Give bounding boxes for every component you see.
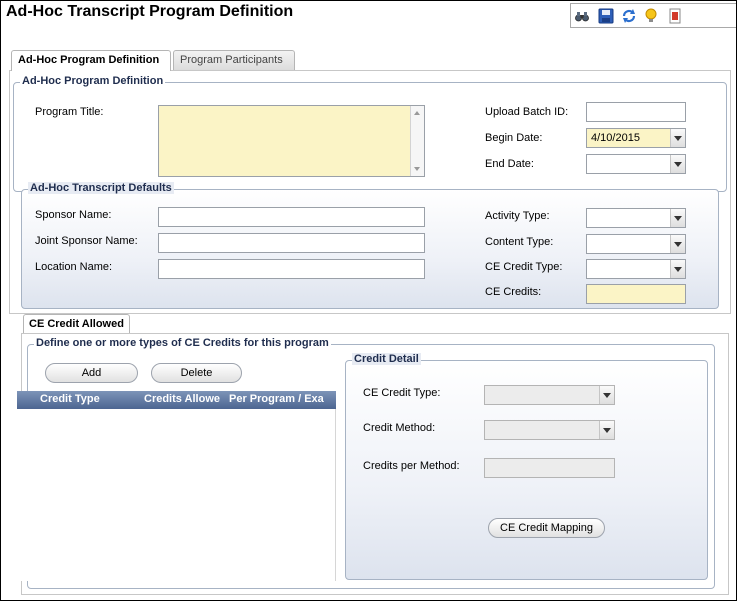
credit-grid-header: Credit Type Credits Allowe Per Program /… (17, 391, 336, 409)
ce-credit-mapping-button[interactable]: CE Credit Mapping (488, 518, 605, 538)
credits-per-method-input[interactable] (484, 458, 615, 478)
detail-ce-credit-type-select[interactable] (484, 385, 615, 405)
column-credits-allowed[interactable]: Credits Allowe (144, 391, 220, 408)
chevron-down-icon[interactable] (670, 235, 685, 253)
detail-ce-credit-type-label: CE Credit Type: (363, 387, 441, 399)
tab-program-participants[interactable]: Program Participants (173, 50, 295, 70)
save-icon[interactable] (598, 8, 614, 24)
upload-batch-id-label: Upload Batch ID: (485, 106, 569, 118)
report-icon[interactable] (667, 8, 683, 24)
lightbulb-icon[interactable] (643, 8, 659, 24)
location-name-label: Location Name: (35, 261, 113, 273)
credit-method-label: Credit Method: (363, 422, 436, 434)
upload-batch-id-input[interactable] (586, 102, 686, 122)
content-type-select[interactable] (586, 234, 686, 254)
refresh-icon[interactable] (621, 8, 637, 24)
begin-date-label: Begin Date: (485, 132, 543, 144)
program-definition-panel: Ad-Hoc Program Definition Program Title:… (9, 70, 731, 314)
joint-sponsor-name-input[interactable] (158, 233, 425, 253)
tab-ad-hoc-program-definition[interactable]: Ad-Hoc Program Definition (11, 50, 171, 71)
transcript-defaults-legend: Ad-Hoc Transcript Defaults (28, 182, 174, 194)
add-button[interactable]: Add (45, 363, 138, 383)
location-name-input[interactable] (158, 259, 425, 279)
scroll-up-icon[interactable] (414, 111, 420, 115)
chevron-down-icon[interactable] (670, 129, 685, 147)
main-window: Ad-Hoc Transcript Program Definition Ad-… (0, 0, 737, 601)
end-date-picker[interactable] (586, 154, 686, 174)
credit-detail-legend: Credit Detail (352, 353, 421, 365)
chevron-down-icon[interactable] (599, 386, 614, 404)
credit-method-select[interactable] (484, 420, 615, 440)
page-title: Ad-Hoc Transcript Program Definition (6, 3, 294, 20)
ce-credits-label: CE Credits: (485, 286, 542, 298)
ce-credits-input[interactable] (586, 284, 686, 304)
column-per-program[interactable]: Per Program / Exa (229, 391, 324, 408)
ce-credit-type-select[interactable] (586, 259, 686, 279)
sponsor-name-input[interactable] (158, 207, 425, 227)
chevron-down-icon[interactable] (670, 209, 685, 227)
program-title-scrollbar[interactable] (410, 106, 424, 176)
binoculars-icon[interactable] (574, 8, 590, 24)
chevron-down-icon[interactable] (670, 260, 685, 278)
scroll-down-icon[interactable] (414, 167, 420, 171)
sponsor-name-label: Sponsor Name: (35, 209, 112, 221)
joint-sponsor-name-label: Joint Sponsor Name: (35, 235, 138, 247)
column-credit-type[interactable]: Credit Type (40, 391, 100, 408)
chevron-down-icon[interactable] (599, 421, 614, 439)
program-title-input[interactable] (158, 105, 425, 177)
delete-button[interactable]: Delete (151, 363, 242, 383)
begin-date-value: 4/10/2015 (591, 132, 640, 144)
chevron-down-icon[interactable] (670, 155, 685, 173)
end-date-label: End Date: (485, 158, 534, 170)
activity-type-label: Activity Type: (485, 210, 550, 222)
credit-grid-body[interactable] (17, 409, 336, 581)
begin-date-picker[interactable]: 4/10/2015 (586, 128, 686, 148)
content-type-label: Content Type: (485, 236, 554, 248)
activity-type-select[interactable] (586, 208, 686, 228)
toolbar (570, 3, 736, 28)
program-definition-legend: Ad-Hoc Program Definition (20, 75, 166, 87)
ce-credit-allowed-legend: Define one or more types of CE Credits f… (34, 337, 331, 349)
ce-credit-type-label: CE Credit Type: (485, 261, 563, 273)
tab-ce-credit-allowed[interactable]: CE Credit Allowed (23, 314, 130, 334)
credits-per-method-label: Credits per Method: (363, 460, 460, 472)
program-title-label: Program Title: (35, 106, 104, 118)
